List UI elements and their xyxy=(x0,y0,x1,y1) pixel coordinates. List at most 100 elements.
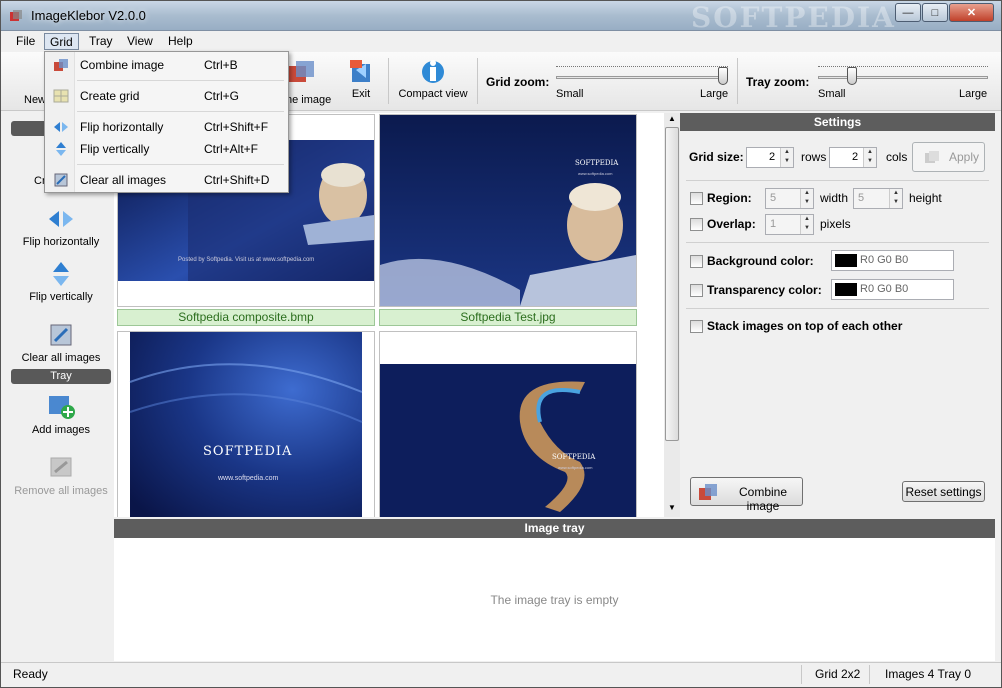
region-checkbox[interactable] xyxy=(690,192,703,205)
exit-label: Exit xyxy=(351,88,371,100)
background-color-picker[interactable]: R0 G0 B0 xyxy=(831,250,954,271)
menu-item-shortcut: Ctrl+Alt+F xyxy=(204,142,259,156)
menu-view[interactable]: View xyxy=(122,33,158,50)
rows-label: rows xyxy=(801,150,827,164)
title-bar[interactable]: ImageKlebor V2.0.0 SOFTPEDIA — □ ✕ xyxy=(1,1,1001,34)
tray-zoom-large: Large xyxy=(959,88,988,100)
clear-all-images-button[interactable]: Clear all images xyxy=(11,321,111,364)
combine-icon xyxy=(54,59,68,71)
grid-image-footer: Posted by Softpedia. Visit us at www.sof… xyxy=(178,257,315,263)
slider-ticks xyxy=(818,66,988,70)
new-grid-label: New xyxy=(24,94,47,106)
apply-icon xyxy=(925,151,939,163)
status-ready: Ready xyxy=(13,667,48,681)
add-images-button[interactable]: Add images xyxy=(11,393,111,436)
grid-cell[interactable]: SOFTPEDIA www.softpedia.com xyxy=(379,331,637,517)
menu-item-label: Flip horizontally xyxy=(80,120,164,134)
compact-view-button[interactable]: Compact view xyxy=(395,54,471,108)
menu-item-flip-horizontally[interactable]: Flip horizontally Ctrl+Shift+F xyxy=(47,116,286,138)
tray-zoom-thumb[interactable] xyxy=(847,67,857,85)
minimize-button[interactable]: — xyxy=(895,3,921,22)
spin-arrows-icon[interactable]: ▲ ▼ xyxy=(800,189,813,208)
slider-track xyxy=(556,76,728,79)
region-width-stepper[interactable]: 5 ▲ ▼ xyxy=(765,188,814,209)
image-tray-header: Image tray xyxy=(114,519,995,538)
flip-vertical-icon xyxy=(53,262,69,286)
exit-button[interactable]: Exit xyxy=(341,54,381,108)
overlap-stepper[interactable]: 1 ▲ ▼ xyxy=(765,214,814,235)
grid-image-caption: Softpedia composite.bmp xyxy=(117,309,375,326)
cols-label: cols xyxy=(886,150,908,164)
combine-image-settings-button[interactable]: Combine image xyxy=(690,477,803,513)
menu-item-shortcut: Ctrl+Shift+F xyxy=(204,120,269,134)
grid-zoom-small: Small xyxy=(556,88,584,100)
image-tray[interactable]: The image tray is empty xyxy=(114,538,995,661)
grid-zoom-thumb[interactable] xyxy=(718,67,728,85)
remove-all-images-button[interactable]: Remove all images xyxy=(11,454,111,497)
combine-icon xyxy=(699,484,717,500)
close-button[interactable]: ✕ xyxy=(949,3,994,22)
background-color-checkbox[interactable] xyxy=(690,255,703,268)
menu-item-combine-image[interactable]: Combine image Ctrl+B xyxy=(47,54,286,76)
menu-item-create-grid[interactable]: Create grid Ctrl+G xyxy=(47,85,286,107)
menu-grid[interactable]: Grid xyxy=(44,33,79,50)
flip-vertically-button[interactable]: Flip vertically xyxy=(11,260,111,303)
background-color-label: Background color: xyxy=(707,254,814,268)
grid-image-thumbnail xyxy=(380,115,636,306)
scroll-down-icon[interactable]: ▼ xyxy=(668,503,676,512)
compact-view-label: Compact view xyxy=(398,88,468,100)
menu-separator xyxy=(77,164,284,165)
grid-cell[interactable]: SOFTPEDIA www.softpedia.com xyxy=(379,114,637,307)
menu-item-label: Create grid xyxy=(80,89,140,103)
rows-stepper[interactable]: 2 ▲ ▼ xyxy=(746,147,794,168)
menu-item-label: Combine image xyxy=(80,58,165,72)
grid-size-label: Grid size: xyxy=(689,150,744,164)
transparency-color-picker[interactable]: R0 G0 B0 xyxy=(831,279,954,300)
apply-button[interactable]: Apply xyxy=(912,142,985,172)
menu-item-label: Clear all images xyxy=(80,173,167,187)
grid-image-brand: SOFTPEDIA xyxy=(203,444,293,459)
grid-scrollbar[interactable]: ▲ ▼ xyxy=(664,113,680,517)
stack-images-checkbox[interactable] xyxy=(690,320,703,333)
grid-image-url: www.softpedia.com xyxy=(578,171,613,176)
region-height-stepper[interactable]: 5 ▲ ▼ xyxy=(853,188,903,209)
color-swatch xyxy=(835,283,857,296)
menu-item-clear-all-images[interactable]: Clear all images Ctrl+Shift+D xyxy=(47,169,286,191)
rows-value: 2 xyxy=(769,151,776,163)
status-counts: Images 4 Tray 0 xyxy=(885,667,972,681)
maximize-icon: □ xyxy=(931,6,939,19)
add-images-icon xyxy=(49,396,75,419)
grid-menu-dropdown: Combine image Ctrl+B Create grid Ctrl+G … xyxy=(44,51,289,193)
grid-image-brand: SOFTPEDIA xyxy=(552,453,596,461)
settings-panel: Settings Grid size: 2 ▲ ▼ rows 2 ▲ ▼ cols Ap… xyxy=(680,113,995,517)
menu-separator xyxy=(77,80,284,81)
pixels-label: pixels xyxy=(820,217,851,231)
spin-arrows-icon[interactable]: ▲ ▼ xyxy=(889,189,902,208)
app-icon xyxy=(10,10,22,21)
reset-settings-button[interactable]: Reset settings xyxy=(902,481,985,502)
toolbar-separator xyxy=(477,58,478,104)
slider-ticks xyxy=(556,66,728,70)
remove-images-icon xyxy=(50,457,72,477)
spin-arrows-icon[interactable]: ▲ ▼ xyxy=(780,148,793,167)
menu-tray[interactable]: Tray xyxy=(84,33,118,50)
scroll-up-icon[interactable]: ▲ xyxy=(668,114,676,123)
spin-arrows-icon[interactable]: ▲ ▼ xyxy=(863,148,876,167)
overlap-checkbox[interactable] xyxy=(690,218,703,231)
add-images-label: Add images xyxy=(31,424,91,436)
combine-icon xyxy=(288,61,314,82)
menu-help[interactable]: Help xyxy=(163,33,198,50)
menu-item-shortcut: Ctrl+Shift+D xyxy=(204,173,270,187)
grid-scrollbar-thumb[interactable] xyxy=(665,127,679,441)
spin-arrows-icon[interactable]: ▲ ▼ xyxy=(800,215,813,234)
cols-stepper[interactable]: 2 ▲ ▼ xyxy=(829,147,877,168)
transparency-color-checkbox[interactable] xyxy=(690,284,703,297)
exit-icon xyxy=(350,60,370,82)
menu-item-flip-vertically[interactable]: Flip vertically Ctrl+Alt+F xyxy=(47,138,286,160)
region-label: Region: xyxy=(707,191,752,205)
menu-file[interactable]: File xyxy=(11,33,40,50)
toolbar-separator xyxy=(388,58,389,104)
flip-horizontally-button[interactable]: Flip horizontally xyxy=(11,205,111,248)
maximize-button[interactable]: □ xyxy=(922,3,948,22)
grid-cell[interactable]: SOFTPEDIA www.softpedia.com xyxy=(117,331,375,517)
